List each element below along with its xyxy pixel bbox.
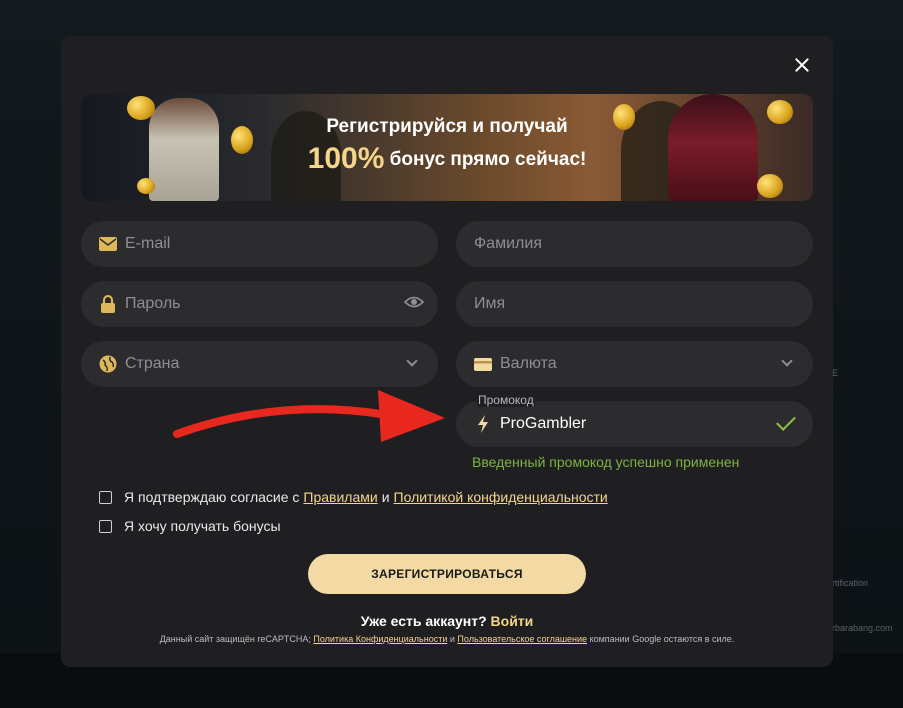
banner-title: Регистрируйся и получай bbox=[326, 116, 568, 137]
firstname-placeholder: Имя bbox=[474, 295, 506, 312]
banner-subtitle-text: бонус прямо сейчас! bbox=[389, 149, 587, 170]
currency-select[interactable]: Валюта bbox=[456, 341, 813, 387]
promocode-success-message: Введенный промокод успешно применен bbox=[472, 454, 740, 470]
consent-and: и bbox=[381, 489, 390, 505]
promocode-field[interactable]: ProGambler bbox=[456, 401, 813, 447]
consent-text: Я подтверждаю согласие с bbox=[124, 489, 300, 505]
recaptcha-terms-link[interactable]: Пользовательское соглашение bbox=[457, 634, 587, 644]
envelope-icon bbox=[99, 235, 117, 253]
privacy-link[interactable]: Политикой конфиденциальности bbox=[394, 489, 608, 505]
background-text: rtification bbox=[832, 578, 869, 588]
chevron-down-icon bbox=[779, 355, 797, 373]
country-select[interactable]: Страна bbox=[81, 341, 438, 387]
promocode-value: ProGambler bbox=[500, 415, 587, 432]
bonus-checkbox[interactable] bbox=[99, 519, 112, 533]
password-placeholder: Пароль bbox=[125, 295, 181, 312]
have-account-text: Уже есть аккаунт? bbox=[360, 613, 487, 629]
background-text: rbarabang.com bbox=[832, 623, 893, 633]
check-icon bbox=[776, 411, 796, 431]
lightning-icon bbox=[474, 415, 492, 433]
lastname-placeholder: Фамилия bbox=[474, 235, 542, 252]
chevron-down-icon bbox=[404, 355, 422, 373]
bonus-row: Я хочу получать бонусы bbox=[99, 518, 281, 534]
bonus-text: Я хочу получать бонусы bbox=[124, 518, 281, 534]
firstname-field[interactable]: Имя bbox=[456, 281, 813, 327]
register-button[interactable]: ЗАРЕГИСТРИРОВАТЬСЯ bbox=[308, 554, 586, 594]
bonus-percent: 100% bbox=[307, 142, 385, 175]
login-link[interactable]: Войти bbox=[491, 613, 534, 629]
lastname-field[interactable]: Фамилия bbox=[456, 221, 813, 267]
recaptcha-privacy-link[interactable]: Политика Конфиденциальности bbox=[313, 634, 447, 644]
card-icon bbox=[474, 355, 492, 373]
email-field[interactable]: E-mail bbox=[81, 221, 438, 267]
lock-icon bbox=[99, 295, 117, 313]
promo-banner: Регистрируйся и получай 100% бонус прямо… bbox=[81, 94, 813, 201]
registration-modal: Регистрируйся и получай 100% бонус прямо… bbox=[61, 36, 833, 667]
email-placeholder: E-mail bbox=[125, 235, 171, 252]
consent-row: Я подтверждаю согласие с Правилами и Пол… bbox=[99, 489, 612, 505]
banner-subtitle: 100% бонус прямо сейчас! bbox=[81, 142, 813, 176]
consent-checkbox[interactable] bbox=[99, 490, 112, 504]
globe-icon bbox=[99, 355, 117, 373]
red-arrow-annotation bbox=[173, 390, 445, 442]
coin-icon bbox=[137, 178, 155, 194]
promocode-label: Промокод bbox=[477, 393, 535, 407]
currency-placeholder: Валюта bbox=[500, 355, 557, 372]
recaptcha-suffix: компании Google остаются в силе. bbox=[589, 634, 735, 644]
coin-icon bbox=[757, 174, 783, 198]
close-icon[interactable] bbox=[791, 54, 813, 76]
recaptcha-prefix: Данный сайт защищён reCAPTCHA; bbox=[159, 634, 311, 644]
have-account-row: Уже есть аккаунт? Войти bbox=[61, 613, 833, 629]
password-field[interactable]: Пароль bbox=[81, 281, 438, 327]
country-placeholder: Страна bbox=[125, 355, 180, 372]
rules-link[interactable]: Правилами bbox=[303, 489, 377, 505]
recaptcha-and: и bbox=[449, 634, 455, 644]
recaptcha-notice: Данный сайт защищён reCAPTCHA; Политика … bbox=[61, 634, 833, 644]
eye-icon[interactable] bbox=[403, 295, 425, 313]
